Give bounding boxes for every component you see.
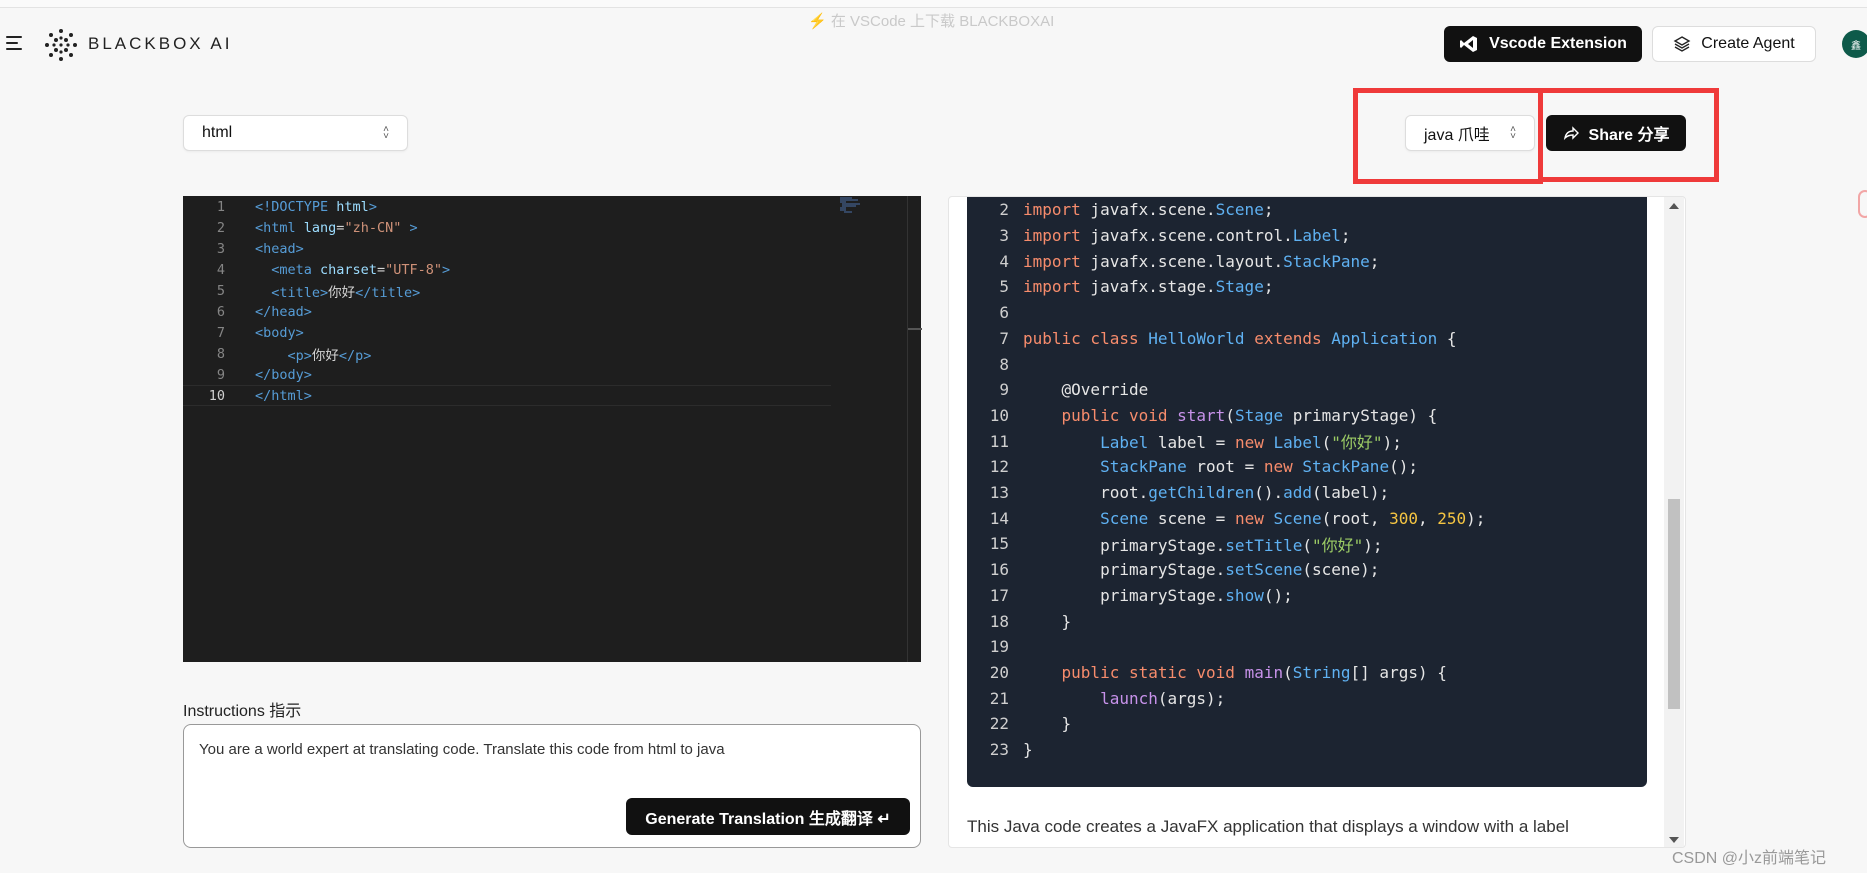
line-number: 7 [999, 328, 1009, 348]
line-number: 11 [989, 431, 1009, 451]
java-code-block: 2 import javafx.scene.Scene; 3 import java… [967, 197, 1647, 787]
instructions-textarea[interactable]: You are a world expert at translating co… [183, 724, 921, 848]
line-number: 17 [989, 585, 1009, 605]
line-number: 9 [999, 380, 1009, 400]
code-line: import javafx.stage.Stage; [1023, 277, 1274, 297]
layers-icon [1673, 36, 1691, 52]
code-line: } [1023, 740, 1033, 760]
source-code-editor[interactable]: 1 <!DOCTYPE html> 2 <html lang="zh-CN" > 3… [183, 196, 922, 662]
download-banner[interactable]: ⚡ 在 VSCode 上下载 BLACKBOXAI [808, 10, 1054, 31]
code-line: public void start(Stage primaryStage) { [1061, 405, 1438, 425]
line-number: 1 [216, 198, 225, 215]
line-number: 2 [216, 219, 225, 236]
line-number: 4 [216, 261, 225, 278]
code-line: } [1023, 611, 1072, 631]
output-scrollbar[interactable] [1664, 197, 1684, 847]
line-number: 12 [989, 457, 1009, 477]
code-line: <html lang="zh-CN" > [255, 219, 418, 236]
translation-description: This Java code creates a JavaFX applicat… [967, 817, 1569, 836]
line-number: 6 [999, 303, 1009, 323]
vscode-icon [1460, 36, 1478, 52]
instructions-label: Instructions 指示 [183, 703, 302, 720]
code-line: </body> [255, 366, 312, 383]
code-line: <head> [255, 240, 304, 257]
code-line: public class HelloWorld extends Applicat… [1023, 328, 1457, 348]
scrollbar-thumb[interactable] [1668, 499, 1680, 709]
code-line: import javafx.scene.control.Label; [1023, 226, 1351, 246]
line-number: 18 [989, 611, 1009, 631]
code-line: <!DOCTYPE html> [255, 198, 377, 215]
editor-minimap [840, 197, 860, 213]
code-line: primaryStage.setScene(scene); [1023, 560, 1380, 580]
source-language-value: html [202, 124, 233, 141]
line-number: 10 [208, 387, 225, 404]
line-number: 6 [216, 303, 225, 320]
generate-translation-button[interactable]: Generate Translation 生成翻译 ↵ [626, 798, 910, 835]
source-language-select[interactable]: html ˄ ˅ [183, 115, 408, 151]
side-edge-mark [1858, 190, 1867, 218]
line-number: 22 [989, 714, 1009, 734]
top-border [0, 0, 1867, 8]
line-number: 9 [216, 366, 225, 383]
annotation-highlight-share [1538, 88, 1719, 182]
code-line: primaryStage.show(); [1023, 585, 1293, 605]
vscode-extension-label: Vscode Extension [1489, 35, 1627, 52]
line-number: 21 [989, 688, 1009, 708]
code-line: @Override [1061, 380, 1149, 400]
line-number: 5 [999, 277, 1009, 297]
line-number: 23 [989, 740, 1009, 760]
line-number: 8 [999, 354, 1009, 374]
code-line: </head> [255, 303, 312, 320]
editor-scrollbar[interactable] [907, 196, 922, 662]
instructions-value: You are a world expert at translating co… [199, 741, 725, 758]
line-number: 10 [989, 405, 1009, 425]
line-number: 13 [989, 483, 1009, 503]
scroll-up-icon[interactable] [1669, 203, 1679, 209]
code-line: import javafx.scene.layout.StackPane; [1023, 251, 1380, 271]
blackbox-logo-icon [45, 29, 77, 61]
scroll-down-icon[interactable] [1669, 837, 1679, 843]
code-line: primaryStage.setTitle("你好"); [1023, 535, 1383, 555]
line-number: 3 [999, 226, 1009, 246]
annotation-highlight-language [1353, 88, 1543, 184]
line-number: 7 [216, 324, 225, 341]
code-line: <meta charset="UTF-8"> [271, 261, 451, 278]
line-number: 16 [989, 560, 1009, 580]
line-number: 2 [999, 200, 1009, 220]
watermark: CSDN @小z前端笔记 [1672, 850, 1827, 867]
line-number: 15 [989, 534, 1009, 554]
line-number: 3 [216, 240, 225, 257]
vscode-extension-button[interactable]: Vscode Extension [1444, 26, 1642, 62]
code-line: launch(args); [1100, 688, 1226, 708]
code-line: } [1023, 714, 1072, 734]
code-line: import javafx.scene.Scene; [1023, 200, 1274, 220]
create-agent-label: Create Agent [1701, 35, 1795, 52]
code-line: <p>你好</p> [287, 347, 372, 364]
create-agent-button[interactable]: Create Agent [1652, 26, 1816, 62]
code-line: </html> [255, 387, 312, 404]
code-line: StackPane root = new StackPane(); [1100, 457, 1418, 477]
code-line: <body> [255, 324, 304, 341]
code-line: root.getChildren().add(label); [1023, 483, 1390, 503]
line-number: 14 [989, 508, 1009, 528]
code-line: <title>你好</title> [271, 284, 421, 301]
code-line: Label label = new Label("你好"); [1100, 433, 1402, 453]
logo-text: BLACKBOX AI [88, 34, 233, 53]
line-number: 8 [216, 345, 225, 362]
code-line: Scene scene = new Scene(root, 300, 250); [1100, 508, 1486, 528]
chevron-updown-icon: ˄ ˅ [383, 124, 389, 142]
code-line: public static void main(String[] args) { [1061, 662, 1447, 682]
line-number: 4 [999, 251, 1009, 271]
avatar[interactable]: 鑫 [1842, 30, 1867, 58]
line-number: 5 [216, 282, 225, 299]
line-number: 19 [989, 637, 1009, 657]
translation-output-panel: 2 import javafx.scene.Scene; 3 import java… [948, 196, 1686, 848]
menu-icon[interactable] [6, 36, 22, 50]
line-number: 20 [989, 662, 1009, 682]
